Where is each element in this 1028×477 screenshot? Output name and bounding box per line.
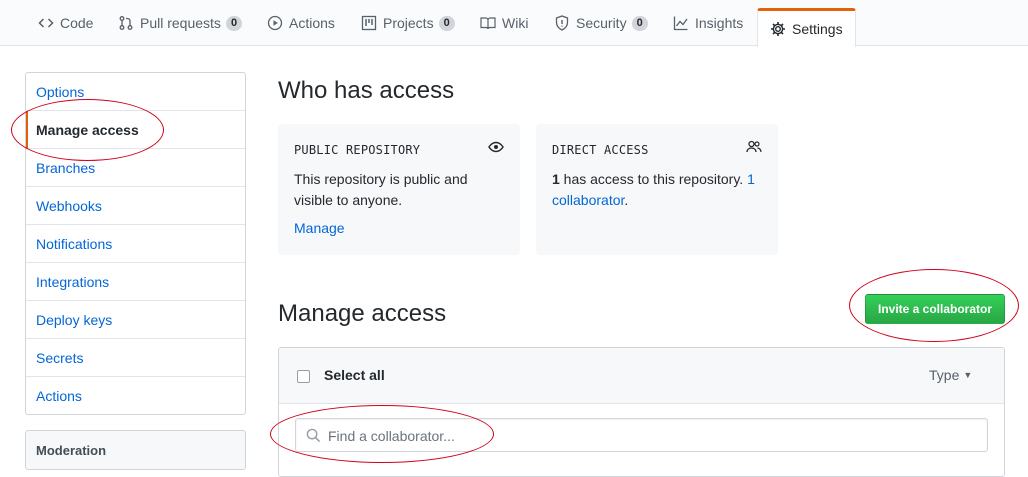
public-repository-card: PUBLIC REPOSITORY This repository is pub…: [278, 124, 520, 255]
tab-label: Code: [60, 15, 94, 31]
direct-access-card: DIRECT ACCESS 1 has access to this repos…: [536, 124, 778, 255]
moderation-menu: Moderation: [25, 430, 246, 470]
project-icon: [361, 15, 377, 31]
caret-down-icon: ▼: [963, 370, 973, 380]
shield-icon: [554, 15, 570, 31]
settings-sidebar: Options Manage access Branches Webhooks …: [25, 72, 246, 415]
book-icon: [480, 15, 496, 31]
counter-badge: 0: [438, 15, 455, 31]
card-label: PUBLIC REPOSITORY: [294, 143, 421, 157]
sidebar-item-secrets[interactable]: Secrets: [26, 339, 245, 377]
tab-label: Pull requests: [140, 15, 221, 31]
card-text: This repository is public and visible to…: [294, 171, 468, 208]
card-text: 1 has access to this repository. 1 colla…: [552, 169, 772, 211]
invite-collaborator-button[interactable]: Invite a collaborator: [865, 294, 1005, 324]
counter-badge: 0: [225, 15, 243, 31]
sidebar-item-manage-access[interactable]: Manage access: [26, 111, 245, 149]
tab-security[interactable]: Security 0: [554, 0, 648, 46]
play-icon: [267, 15, 283, 31]
gear-icon: [770, 21, 786, 37]
who-has-access-heading: Who has access: [278, 77, 455, 104]
tab-settings[interactable]: Settings: [757, 8, 856, 47]
card-label: DIRECT ACCESS: [552, 143, 649, 157]
find-collaborator-input[interactable]: [326, 425, 980, 447]
tab-code[interactable]: Code: [38, 0, 93, 46]
tab-label: Actions: [289, 15, 335, 31]
tab-projects[interactable]: Projects 0: [361, 0, 455, 46]
tab-pull-requests[interactable]: Pull requests 0: [118, 0, 243, 46]
search-icon: [306, 428, 321, 443]
sidebar-item-integrations[interactable]: Integrations: [26, 263, 245, 301]
repo-nav: Code Pull requests 0 Actions Projects 0 …: [0, 0, 1028, 47]
pull-request-icon: [118, 15, 134, 31]
tab-label: Insights: [695, 15, 744, 31]
sidebar-item-webhooks[interactable]: Webhooks: [26, 187, 245, 225]
sidebar-item-actions[interactable]: Actions: [26, 377, 245, 415]
type-filter-dropdown[interactable]: Type ▼: [929, 367, 972, 383]
eye-icon: [488, 139, 504, 155]
tab-label: Wiki: [502, 15, 529, 31]
counter-badge: 0: [631, 15, 648, 31]
sidebar-item-options[interactable]: Options: [26, 73, 245, 111]
collaborators-list: Select all Type ▼: [278, 347, 1005, 477]
tab-insights[interactable]: Insights: [673, 0, 743, 46]
tab-label: Settings: [792, 21, 843, 37]
list-header: Select all Type ▼: [279, 348, 1004, 404]
people-icon: [746, 139, 762, 155]
select-all-label[interactable]: Select all: [324, 367, 385, 383]
moderation-heading: Moderation: [36, 443, 107, 458]
collaborator-count: 1: [552, 171, 560, 187]
tab-wiki[interactable]: Wiki: [480, 0, 528, 46]
card-text-mid: has access to this repository.: [559, 171, 748, 187]
sidebar-item-branches[interactable]: Branches: [26, 149, 245, 187]
tab-actions[interactable]: Actions: [267, 0, 335, 46]
sidebar-item-deploy-keys[interactable]: Deploy keys: [26, 301, 245, 339]
type-filter-label: Type: [929, 367, 960, 383]
graph-icon: [673, 15, 689, 31]
card-text-tail: .: [624, 192, 629, 208]
sidebar-item-notifications[interactable]: Notifications: [26, 225, 245, 263]
tab-label: Security: [576, 15, 627, 31]
tab-label: Projects: [383, 15, 434, 31]
manage-access-heading: Manage access: [278, 300, 447, 327]
manage-visibility-link[interactable]: Manage: [294, 220, 345, 236]
collaborator-search-box: [295, 418, 988, 452]
code-icon: [38, 15, 54, 31]
select-all-checkbox[interactable]: [297, 370, 310, 383]
